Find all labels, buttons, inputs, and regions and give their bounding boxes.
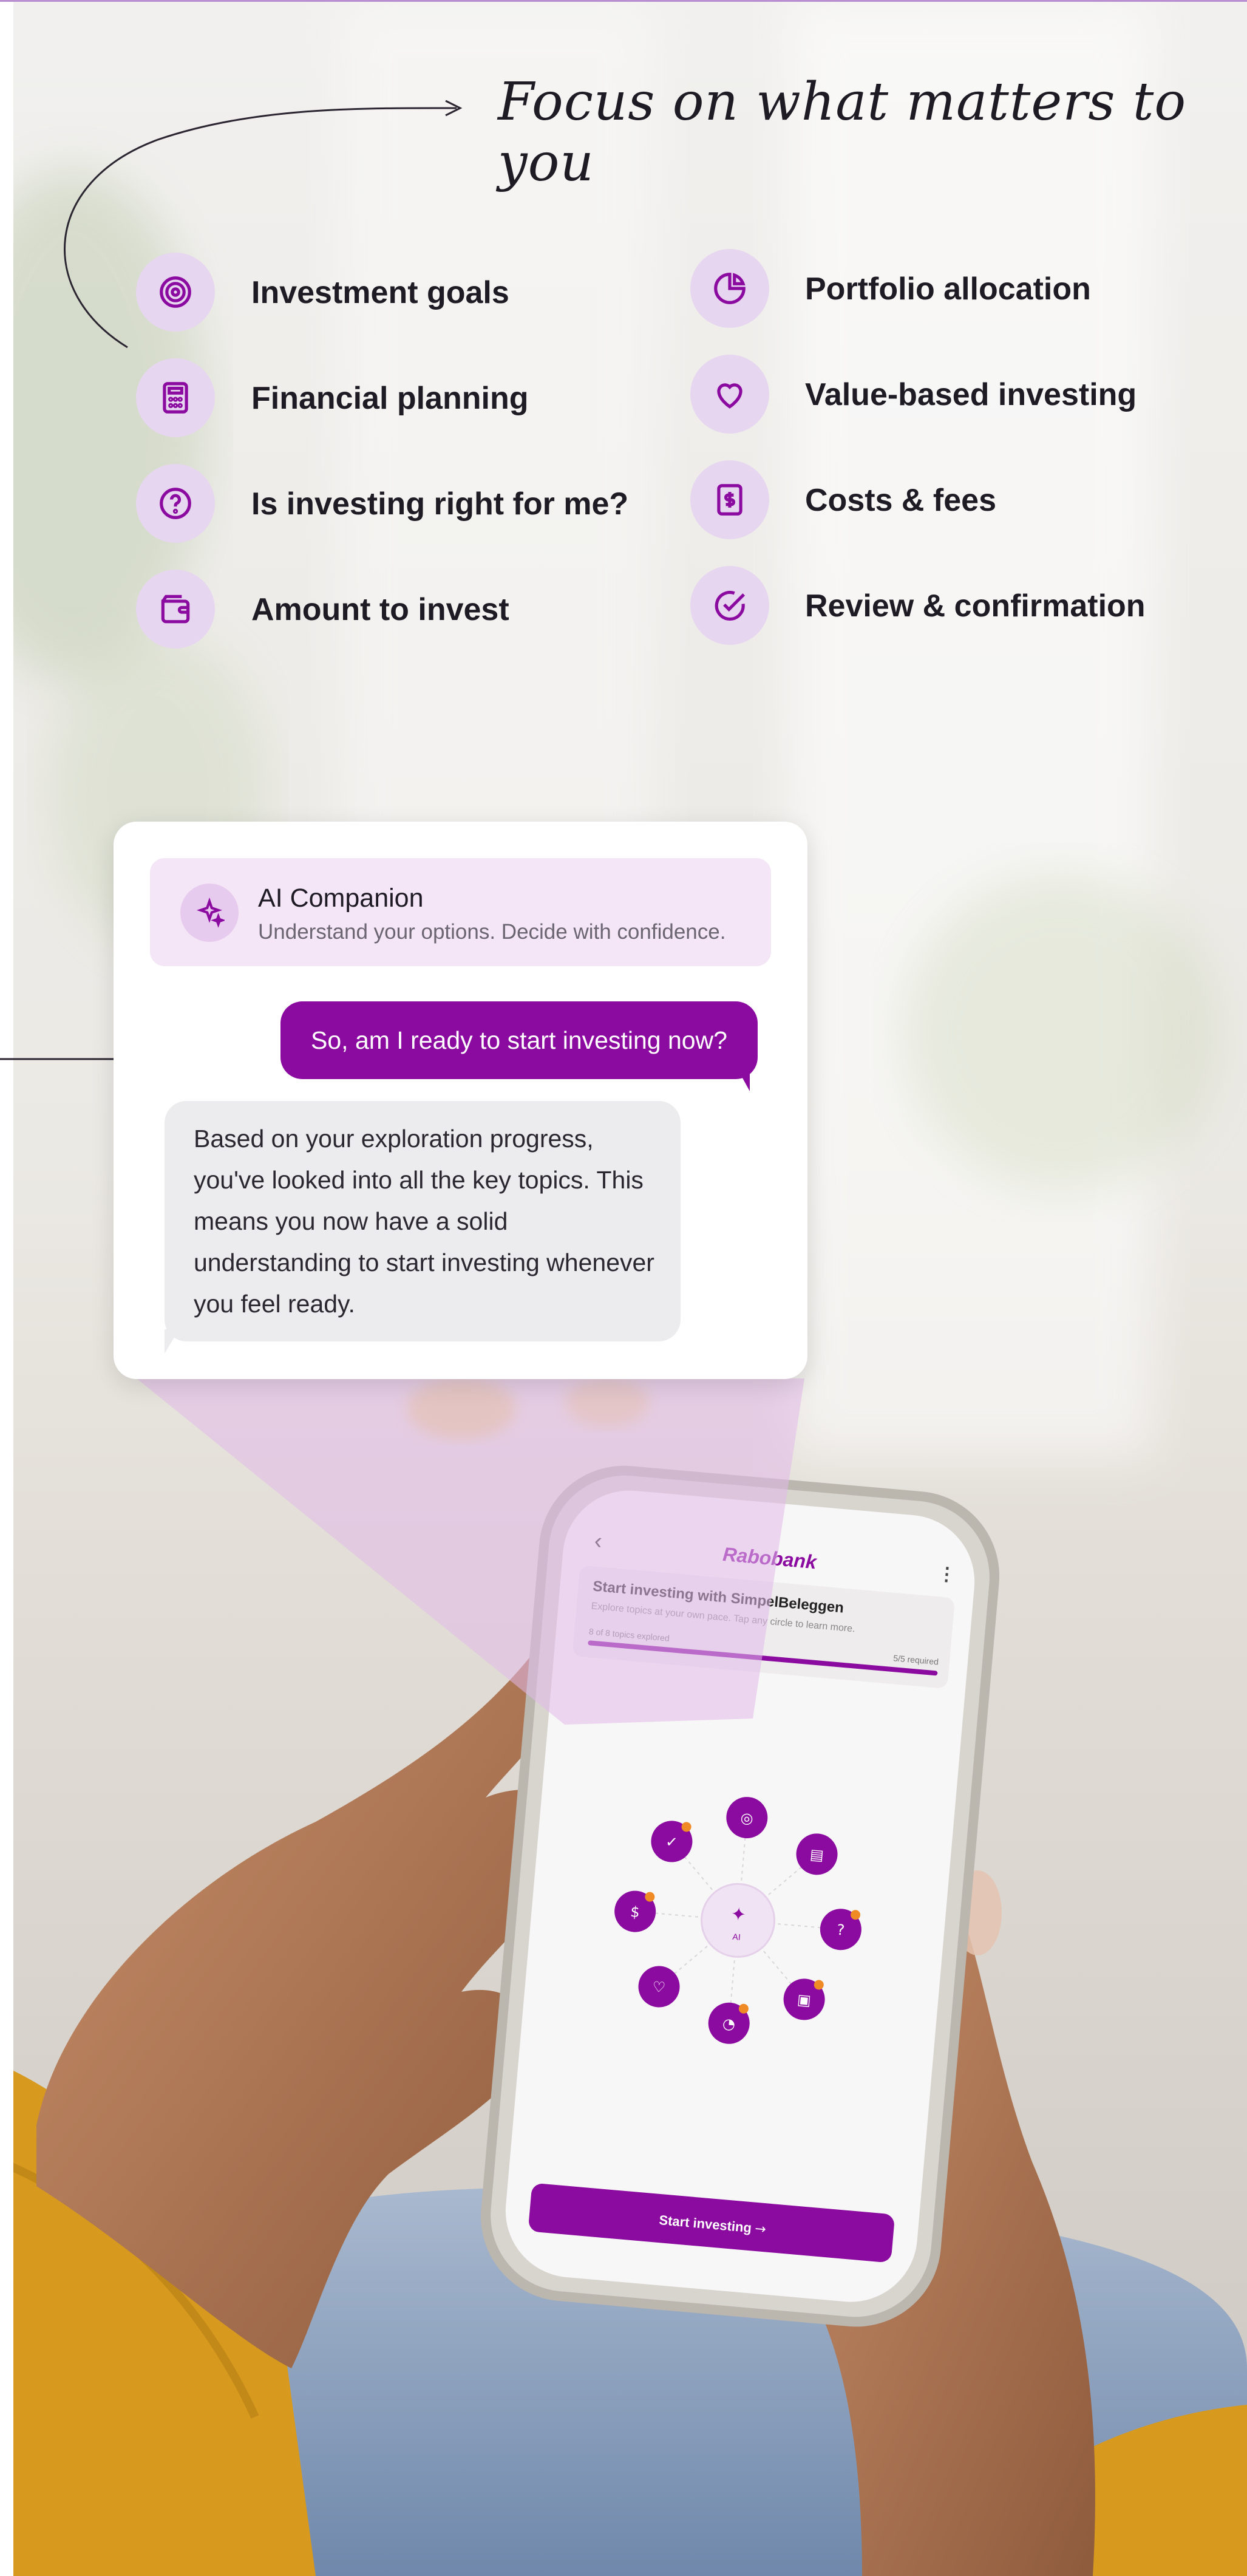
user-message-tail [736,1067,750,1091]
pie-chart-icon: ◔ [722,2015,736,2033]
companion-title: AI Companion [258,884,424,913]
bot-message-text: Based on your exploration progress, you'… [194,1125,654,1318]
dollar-icon: $ [630,1903,640,1921]
companion-subtitle: Understand your options. Decide with con… [258,920,726,944]
heart-icon: ♡ [652,1978,667,1997]
question-icon: ? [836,1921,845,1939]
sparkle-icon [180,884,239,942]
ai-companion-header: AI Companion Understand your options. De… [150,858,771,966]
bot-message: Based on your exploration progress, you'… [165,1101,681,1341]
stage: Focus on what matters to you Investment … [0,0,1247,2576]
arrow-right-icon: → [754,2221,767,2238]
calculator-icon: ▤ [809,1845,824,1864]
bot-message-tail [165,1329,179,1354]
target-icon: ◎ [740,1809,754,1827]
ai-center-label: AI [732,1932,741,1942]
more-vertical-icon: ⋮ [937,1564,957,1585]
user-message: So, am I ready to start investing now? [280,1001,758,1079]
ai-companion-card: AI Companion Understand your options. De… [114,822,807,1379]
wallet-icon: ▣ [797,1991,812,2009]
sparkle-icon: ✦ [730,1903,747,1926]
check-circle-icon: ✓ [665,1833,678,1852]
